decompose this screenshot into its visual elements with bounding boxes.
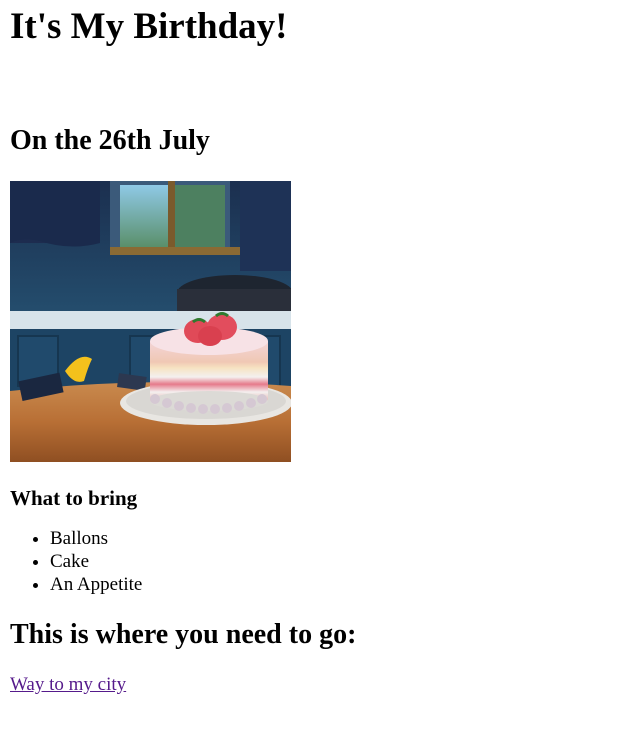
bring-heading: What to bring (10, 486, 138, 510)
directions-heading: This is where you need to go: (10, 619, 357, 650)
list-item: Cake (50, 550, 632, 573)
birthday-cake-image (10, 181, 291, 462)
page-content: It's My Birthday! On the 26th July What … (0, 0, 642, 696)
date-heading: On the 26th July (10, 125, 210, 156)
link-container: Way to my city (10, 674, 632, 696)
page-title: It's My Birthday! (10, 6, 288, 47)
list-item: Ballons (50, 527, 632, 550)
list-item: An Appetite (50, 573, 632, 596)
city-link[interactable]: Way to my city (10, 674, 126, 695)
bring-list: Ballons Cake An Appetite (10, 527, 632, 596)
